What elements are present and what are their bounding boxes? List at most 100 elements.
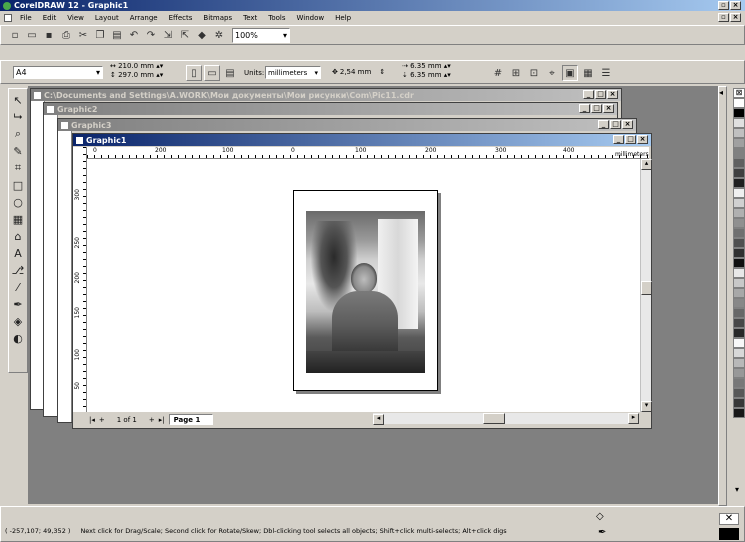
palette-swatch[interactable] [733, 138, 745, 148]
horizontal-scrollbar[interactable]: ◂ ▸ [373, 413, 639, 425]
app-close-button[interactable]: × [730, 1, 741, 10]
portrait-icon[interactable]: ▯ [186, 65, 202, 81]
palette-swatch[interactable] [733, 148, 745, 158]
scroll-up-icon[interactable]: ▴ [641, 159, 652, 170]
menu-file[interactable]: File [20, 14, 32, 22]
paste-icon[interactable]: ▤ [109, 27, 125, 43]
close-button[interactable]: × [603, 104, 614, 113]
palette-scroll-down-icon[interactable]: ▾ [735, 485, 739, 494]
scroll-down-icon[interactable]: ▾ [641, 401, 652, 412]
vertical-scrollbar[interactable]: ▴ ▾ [640, 159, 652, 412]
palette-swatch[interactable] [733, 408, 745, 418]
menu-effects[interactable]: Effects [169, 14, 193, 22]
cut-icon[interactable]: ✂ [75, 27, 91, 43]
fill-indicator-icon[interactable]: ◇ [596, 511, 604, 522]
doc-close-button[interactable]: × [730, 13, 741, 22]
snap-grid-icon[interactable]: # [490, 65, 506, 81]
palette-swatch[interactable] [733, 198, 745, 208]
palette-swatch[interactable] [733, 338, 745, 348]
menu-arrange[interactable]: Arrange [130, 14, 158, 22]
photo-bitmap[interactable] [306, 211, 425, 373]
polygon-tool-icon[interactable]: ▦ [10, 211, 26, 227]
app-restore-button[interactable]: ▫ [718, 1, 729, 10]
palette-swatch[interactable] [733, 238, 745, 248]
nudge-value[interactable]: 2,54 mm [340, 68, 371, 76]
import-icon[interactable]: ⇲ [160, 27, 176, 43]
palette-swatch[interactable] [733, 308, 745, 318]
scroll-thumb[interactable] [641, 281, 652, 295]
close-button[interactable]: × [637, 135, 648, 144]
palette-swatch[interactable] [733, 258, 745, 268]
docker-arrow-icon[interactable]: ◂ [719, 88, 723, 97]
palette-swatch[interactable] [733, 358, 745, 368]
palette-swatch[interactable] [733, 278, 745, 288]
palette-swatch[interactable] [733, 378, 745, 388]
maximize-button[interactable]: □ [610, 120, 621, 129]
palette-swatch[interactable] [733, 218, 745, 228]
page-tab[interactable]: Page 1 [168, 414, 214, 425]
treat-as-filled-icon[interactable]: ▣ [562, 65, 578, 81]
palette-swatch[interactable] [733, 398, 745, 408]
zoom-tool-icon[interactable]: ⌕ [10, 126, 26, 142]
close-button[interactable]: × [607, 90, 618, 99]
corel-online-icon[interactable]: ✲ [211, 27, 227, 43]
page-height[interactable]: 297.0 mm [118, 71, 154, 79]
menu-view[interactable]: View [67, 14, 84, 22]
palette-swatch[interactable] [733, 288, 745, 298]
outline-color-swatch[interactable] [719, 528, 739, 540]
palette-swatch[interactable] [733, 168, 745, 178]
save-icon[interactable]: ▪ [41, 27, 57, 43]
scroll-right-icon[interactable]: ▸ [628, 413, 639, 424]
palette-swatch[interactable] [733, 248, 745, 258]
basic-shapes-icon[interactable]: ⌂ [10, 228, 26, 244]
add-page-before-icon[interactable]: + [99, 416, 105, 424]
palette-swatch[interactable] [733, 158, 745, 168]
palette-swatch[interactable] [733, 228, 745, 238]
options-list-icon[interactable]: ☰ [598, 65, 614, 81]
nudge-control[interactable]: ✥ 2,54 mm ⇕ [332, 68, 385, 76]
minimize-button[interactable]: _ [613, 135, 624, 144]
all-pages-icon[interactable]: ▤ [222, 65, 238, 81]
outline-indicator-icon[interactable]: ✒ [598, 527, 606, 538]
dup-x[interactable]: 6.35 mm [410, 62, 441, 70]
redo-icon[interactable]: ↷ [143, 27, 159, 43]
undo-icon[interactable]: ↶ [126, 27, 142, 43]
interactive-fill-icon[interactable]: ◐ [10, 330, 26, 346]
drawing-canvas[interactable] [87, 159, 640, 412]
ellipse-tool-icon[interactable]: ○ [10, 194, 26, 210]
palette-swatch[interactable] [733, 328, 745, 338]
menu-window[interactable]: Window [297, 14, 325, 22]
palette-swatch[interactable] [733, 98, 745, 108]
document-window-graphic1[interactable]: Graphic1 _ □ × 0 200 100 0 100 200 300 4… [72, 133, 652, 429]
minimize-button[interactable]: _ [579, 104, 590, 113]
outline-tool-icon[interactable]: ✒ [10, 296, 26, 312]
snap-guidelines-icon[interactable]: ⊞ [508, 65, 524, 81]
page-width[interactable]: 210.0 mm [118, 62, 154, 70]
menu-tools[interactable]: Tools [268, 14, 285, 22]
freehand-tool-icon[interactable]: ✎ [10, 143, 26, 159]
interactive-blend-icon[interactable]: ⎇ [10, 262, 26, 278]
smart-fill-icon[interactable]: ⌗ [10, 160, 26, 176]
palette-swatch[interactable] [733, 118, 745, 128]
copy-icon[interactable]: ❐ [92, 27, 108, 43]
maximize-button[interactable]: □ [595, 90, 606, 99]
maximize-button[interactable]: □ [591, 104, 602, 113]
palette-swatch[interactable] [733, 268, 745, 278]
text-tool-icon[interactable]: A [10, 245, 26, 261]
no-fill-swatch[interactable]: ✕ [719, 513, 739, 525]
zoom-level-field[interactable]: 100% ▾ [232, 27, 290, 43]
palette-swatch[interactable] [733, 318, 745, 328]
first-page-icon[interactable]: |◂ [89, 416, 95, 424]
scroll-left-icon[interactable]: ◂ [373, 414, 384, 425]
close-button[interactable]: × [622, 120, 633, 129]
minimize-button[interactable]: _ [583, 90, 594, 99]
fill-tool-icon[interactable]: ◈ [10, 313, 26, 329]
doc-menu-icon[interactable] [4, 14, 12, 22]
palette-swatch[interactable] [733, 208, 745, 218]
scroll-thumb[interactable] [483, 413, 505, 424]
menu-edit[interactable]: Edit [43, 14, 57, 22]
palette-swatch[interactable] [733, 368, 745, 378]
palette-swatch[interactable] [733, 348, 745, 358]
maximize-button[interactable]: □ [625, 135, 636, 144]
snap-objects-icon[interactable]: ⊡ [526, 65, 542, 81]
